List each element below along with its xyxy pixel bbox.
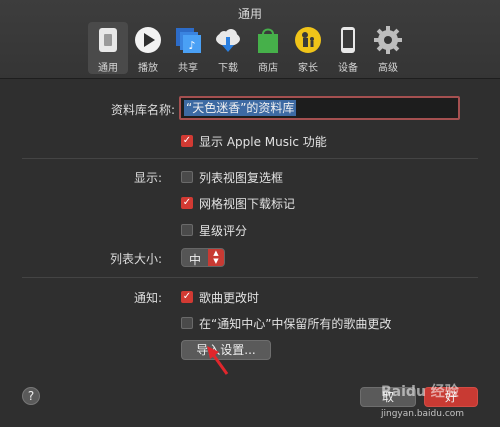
grid-download-badge-checkbox[interactable]: ✓	[181, 197, 193, 209]
list-view-checkbox-option[interactable]: 列表视图复选框	[181, 169, 283, 185]
tab-parental[interactable]: 家长	[288, 22, 328, 74]
tab-sharing[interactable]: ♪ 共享	[168, 22, 208, 74]
store-bag-icon	[258, 28, 278, 53]
song-change-label: 歌曲更改时	[199, 290, 260, 305]
play-icon	[135, 27, 161, 53]
list-size-value: 中	[189, 253, 202, 267]
baidu-watermark-logo: Baidu 经验	[381, 384, 459, 400]
preferences-window: 通用 通用 播放 ♪ 共享 下载 商店 家长 设备 高级 资料库名称: “天色迷…	[0, 0, 500, 427]
baidu-watermark-url: jingyan.baidu.com	[381, 409, 465, 419]
library-name-label: 资料库名称:	[110, 103, 175, 117]
sharing-music-icon: ♪	[176, 28, 201, 53]
gear-icon	[374, 26, 402, 54]
tab-sharing-label: 共享	[178, 63, 198, 74]
library-name-field[interactable]: “天色迷香”的资料库	[179, 96, 460, 120]
list-size-label: 列表大小:	[109, 252, 162, 266]
list-view-checkbox[interactable]	[181, 171, 193, 183]
download-cloud-icon	[216, 29, 240, 52]
star-rating-label: 星级评分	[199, 223, 248, 238]
title-bar: 通用 通用 播放 ♪ 共享 下载 商店 家长 设备 高级	[0, 0, 500, 79]
device-phone-icon	[341, 27, 355, 53]
preferences-toolbar: 通用 播放 ♪ 共享 下载 商店 家长 设备 高级	[88, 22, 408, 74]
tab-devices-label: 设备	[338, 63, 358, 74]
tab-devices[interactable]: 设备	[328, 22, 368, 74]
tab-store-label: 商店	[258, 63, 278, 74]
grid-download-badge-label: 网格视图下载标记	[199, 196, 296, 211]
tab-parental-label: 家长	[298, 63, 318, 74]
annotation-arrow-icon	[207, 346, 229, 375]
list-size-popup[interactable]: 中 ▲ ▼	[181, 248, 225, 267]
tab-general[interactable]: 通用	[88, 22, 128, 74]
help-button[interactable]: ?	[22, 387, 40, 405]
divider	[22, 277, 478, 278]
song-change-checkbox[interactable]: ✓	[181, 291, 193, 303]
tab-general-label: 通用	[98, 63, 118, 74]
parental-icon	[295, 27, 321, 53]
tab-store[interactable]: 商店	[248, 22, 288, 74]
library-name-value: “天色迷香”的资料库	[184, 100, 297, 116]
star-rating-checkbox[interactable]	[181, 224, 193, 236]
general-switch-icon	[99, 28, 117, 52]
svg-text:♪: ♪	[188, 39, 195, 52]
notifications-label: 通知:	[133, 291, 162, 305]
song-change-option[interactable]: ✓ 歌曲更改时	[181, 289, 259, 305]
keep-in-notification-center-checkbox[interactable]	[181, 317, 193, 329]
tab-downloads-label: 下载	[218, 63, 238, 74]
tab-advanced[interactable]: 高级	[368, 22, 408, 74]
list-view-checkbox-label: 列表视图复选框	[199, 170, 284, 185]
star-rating-option[interactable]: 星级评分	[181, 222, 247, 238]
apple-music-checkbox[interactable]: ✓	[181, 135, 193, 147]
tab-downloads[interactable]: 下载	[208, 22, 248, 74]
window-title: 通用	[237, 7, 262, 21]
popup-arrows-icon: ▲ ▼	[208, 249, 224, 266]
tab-advanced-label: 高级	[378, 63, 398, 74]
tab-playback-label: 播放	[138, 63, 158, 74]
keep-in-notification-center-label: 在“通知中心”中保留所有的歌曲更改	[199, 316, 392, 331]
display-label: 显示:	[133, 171, 162, 185]
apple-music-label: 显示 Apple Music 功能	[199, 134, 327, 149]
divider	[22, 158, 478, 159]
tab-playback[interactable]: 播放	[128, 22, 168, 74]
grid-download-badge-option[interactable]: ✓ 网格视图下载标记	[181, 195, 295, 211]
keep-in-notification-center-option[interactable]: 在“通知中心”中保留所有的歌曲更改	[181, 315, 391, 331]
apple-music-option[interactable]: ✓ 显示 Apple Music 功能	[181, 133, 327, 149]
